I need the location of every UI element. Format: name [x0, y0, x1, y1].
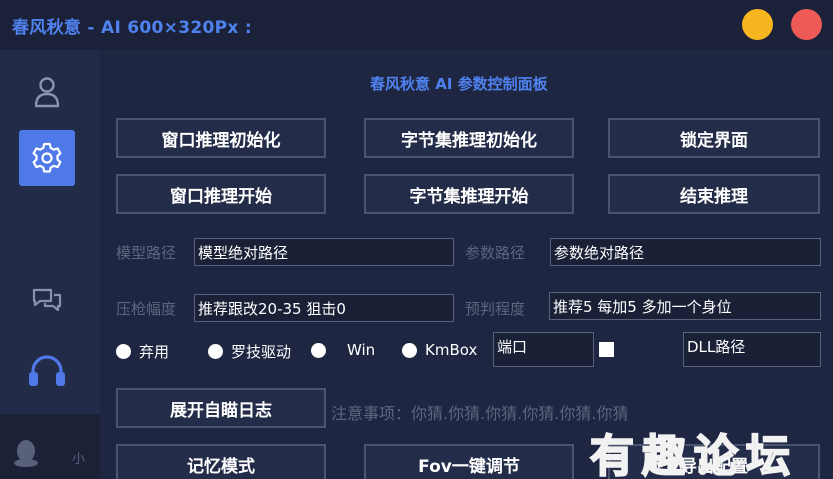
radio-dot[interactable] — [402, 342, 417, 358]
byteset-infer-init-button[interactable]: 字节集推理初始化 — [364, 118, 574, 158]
recoil-label: 压枪幅度 — [116, 300, 177, 318]
minimize-button[interactable] — [742, 9, 773, 40]
lock-ui-button[interactable]: 锁定界面 — [608, 118, 820, 158]
window-title: 春风秋意 - AI 600×320Px : — [12, 18, 252, 38]
radio-logitech-label: 罗技驱动 — [231, 343, 292, 361]
sidebar-item-support[interactable] — [19, 342, 75, 398]
qq-penguin-icon — [14, 440, 38, 467]
param-path-input[interactable]: 参数绝对路径 — [550, 238, 821, 266]
window-infer-start-button[interactable]: 窗口推理开始 — [116, 174, 326, 214]
window-infer-init-button[interactable]: 窗口推理初始化 — [116, 118, 326, 158]
radio-win[interactable]: Win — [311, 341, 375, 359]
radio-logitech[interactable]: 罗技驱动 — [208, 341, 291, 362]
panel-title: 春风秋意 AI 参数控制面板 — [370, 75, 548, 93]
close-button[interactable] — [791, 9, 822, 40]
fov-adjust-button[interactable]: Fov一键调节 — [364, 444, 574, 479]
sidebar: 小 — [0, 50, 100, 479]
param-path-label: 参数路径 — [465, 244, 526, 262]
radio-disable-label: 弃用 — [139, 343, 170, 361]
app-window: 春风秋意 - AI 600×320Px : 小 春风秋意 AI 参数控制面板 窗… — [0, 0, 833, 479]
expand-aim-log-button[interactable]: 展开自瞄日志 — [116, 388, 326, 428]
radio-kmbox[interactable]: KmBox — [402, 341, 477, 359]
end-infer-button[interactable]: 结束推理 — [608, 174, 820, 214]
headset-icon — [29, 355, 65, 386]
chat-icon — [32, 288, 62, 312]
control-panel: 春风秋意 AI 参数控制面板 窗口推理初始化 字节集推理初始化 锁定界面 窗口推… — [100, 50, 833, 479]
sidebar-item-qq[interactable] — [0, 414, 100, 479]
notice-text: 注意事项：你猜.你猜.你猜.你猜.你猜.你猜 — [331, 404, 629, 423]
model-path-input[interactable]: 模型绝对路径 — [194, 238, 454, 266]
radio-kmbox-label: KmBox — [425, 341, 478, 359]
sidebar-qq-label: 小 — [72, 452, 86, 467]
dll-path-input[interactable]: DLL路径 — [683, 332, 821, 367]
radio-dot[interactable] — [116, 344, 131, 359]
byteset-infer-start-button[interactable]: 字节集推理开始 — [364, 174, 574, 214]
sidebar-item-chat[interactable] — [19, 272, 75, 328]
port-checkbox[interactable] — [599, 342, 614, 357]
recoil-input[interactable]: 推荐跟改20-35 狙击0 — [194, 294, 454, 322]
predict-label: 预判程度 — [465, 300, 526, 318]
radio-disable[interactable]: 弃用 — [116, 341, 169, 362]
radio-dot[interactable] — [208, 344, 223, 359]
user-icon — [34, 77, 60, 108]
radio-dot[interactable] — [311, 342, 326, 358]
sidebar-item-user[interactable] — [19, 64, 75, 120]
forum-watermark: 有趣论坛 — [589, 430, 798, 479]
port-input[interactable]: 端口 — [493, 332, 594, 367]
memory-mode-button[interactable]: 记忆模式 — [116, 444, 326, 479]
predict-input[interactable]: 推荐5 每加5 多加一个身位 — [549, 292, 821, 320]
title-bar[interactable]: 春风秋意 - AI 600×320Px : — [0, 0, 833, 50]
gear-icon — [32, 142, 62, 173]
sidebar-item-settings[interactable] — [19, 130, 75, 186]
radio-win-label: Win — [347, 341, 376, 359]
model-path-label: 模型路径 — [116, 244, 177, 262]
